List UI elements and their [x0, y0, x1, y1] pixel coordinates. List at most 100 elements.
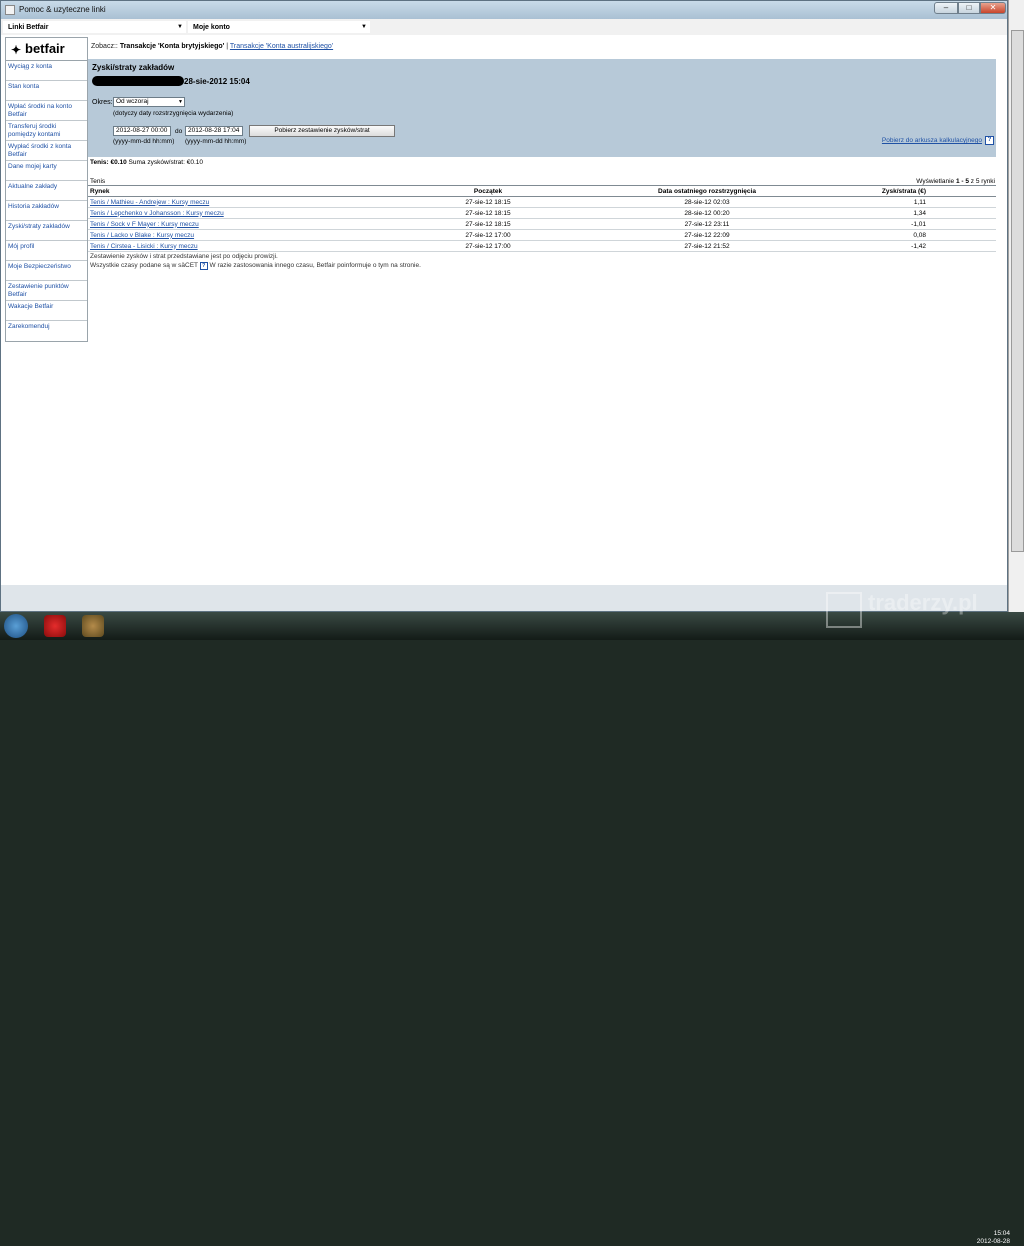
australian-account-link[interactable]: Transakcje 'Konta australijskiego' [230, 43, 333, 50]
clock-date: 2012-08-28 [976, 1238, 1010, 1245]
sidebar-item-bet-history[interactable]: Historia zakładów [6, 201, 87, 221]
app-icon [5, 5, 15, 15]
vertical-scrollbar[interactable] [1008, 0, 1024, 612]
chevron-down-icon: ▼ [178, 99, 183, 105]
pl-cell: -1,42 [844, 240, 996, 252]
betfair-star-icon: ✦ [11, 43, 22, 57]
total-value: €0.10 [186, 159, 203, 166]
showing-suffix: z 5 rynki [970, 178, 995, 185]
market-link[interactable]: Tenis / Lepchenko v Johansson : Kursy me… [88, 207, 406, 219]
showing-range: 1 - 5 [955, 178, 969, 185]
links-combo-value: Linki Betfair [8, 24, 49, 31]
filter-panel: Zyski/straty zakładów 28-sie-2012 15:04 … [88, 59, 996, 157]
sidebar-item-card[interactable]: Dane mojej karty [6, 161, 87, 181]
account-combo[interactable]: Moje konto ▼ [188, 21, 370, 33]
sidebar-item-transfer[interactable]: Transferuj środki pomiędzy kontami [6, 121, 87, 141]
settled-cell: 27-sie-12 23:11 [570, 218, 844, 230]
sidebar-item-profile[interactable]: Mój profil [6, 241, 87, 261]
section-label: Tenis [90, 178, 106, 185]
chevron-down-icon: ▼ [177, 24, 183, 30]
see-also-separator: | [226, 43, 229, 50]
footnote-commission: Zestawienie zysków i strat przedstawiane… [90, 253, 278, 260]
showing-prefix: Wyświetlanie [916, 178, 955, 185]
table-row: Tenis / Lacko v Blake : Kursy meczu 27-s… [88, 229, 996, 241]
minimize-button[interactable]: – [934, 2, 958, 14]
results-count: Wyświetlanie 1 - 5 z 5 rynki [916, 178, 995, 185]
maximize-button[interactable]: □ [958, 2, 980, 14]
sidebar-item-deposit[interactable]: Wpłać środki na konto Betfair [6, 101, 87, 121]
settled-cell: 28-sie-12 02:03 [570, 196, 844, 208]
current-date: 28-sie-2012 15:04 [184, 77, 250, 86]
sidebar-item-withdraw[interactable]: Wypłać środki z konta Betfair [6, 141, 87, 161]
sidebar-item-current-bets[interactable]: Aktualne zakłady [6, 181, 87, 201]
page-title: Zyski/straty zakładów [92, 63, 175, 72]
app-taskbar-icon[interactable] [82, 615, 104, 637]
pl-cell: 1,11 [844, 196, 996, 208]
start-cell: 27-sie-12 17:00 [406, 240, 570, 252]
links-combo[interactable]: Linki Betfair ▼ [3, 21, 186, 33]
header-market: Rynek [88, 185, 406, 197]
start-cell: 27-sie-12 18:15 [406, 196, 570, 208]
window-title: Pomoc & uzyteczne linki [19, 5, 106, 14]
nav-combo-row: Linki Betfair ▼ Moje konto ▼ [1, 19, 1007, 36]
total-label: Suma zysków/strat: [128, 159, 185, 166]
scrollbar-thumb[interactable] [1011, 30, 1024, 552]
sidebar-item-profit-loss[interactable]: Zyski/straty zakładów [6, 221, 87, 241]
sidebar-item-security[interactable]: Moje Bezpieczeństwo [6, 261, 87, 281]
settled-cell: 27-sie-12 22:09 [570, 229, 844, 241]
header-profit-loss: Zysk/strata (€) [844, 185, 996, 197]
market-link[interactable]: Tenis / Lacko v Blake : Kursy meczu [88, 229, 406, 241]
title-bar[interactable]: Pomoc & uzyteczne linki – □ ✕ [1, 1, 1007, 20]
system-clock[interactable]: 15:04 2012-08-28 [968, 1230, 1010, 1246]
pl-cell: 1,34 [844, 207, 996, 219]
sidebar-item-statement[interactable]: Wyciąg z konta [6, 61, 87, 81]
period-select[interactable]: Od wczoraj ▼ [113, 97, 185, 107]
see-also-bar: Zobacz:: Transakcje 'Konta brytyjskiego'… [91, 43, 333, 50]
to-label: do [175, 128, 183, 135]
start-button[interactable] [4, 614, 28, 638]
watermark-text: traderzy.pl [868, 590, 978, 615]
start-cell: 27-sie-12 18:15 [406, 218, 570, 230]
settled-cell: 27-sie-12 21:52 [570, 240, 844, 252]
timezone-text: Wszystkie czasy podane są w säCET [90, 262, 198, 269]
download-spreadsheet-link[interactable]: Pobierz do arkusza kalkulacyjnego [882, 137, 982, 144]
market-link[interactable]: Tenis / Mathieu - Andrejew : Kursy meczu [88, 196, 406, 208]
help-icon[interactable]: ? [199, 262, 208, 270]
period-label: Okres: [92, 99, 113, 106]
period-note: (dotyczy daty rozstrzygnięcia wydarzenia… [113, 110, 234, 117]
fetch-statement-button[interactable]: Pobierz zestawienie zysków/strat [249, 125, 395, 137]
help-icon[interactable]: ? [985, 136, 994, 145]
period-select-value: Od wczoraj [116, 98, 149, 105]
table-row: Tenis / Mathieu - Andrejew : Kursy meczu… [88, 196, 996, 208]
close-button[interactable]: ✕ [980, 2, 1006, 14]
sidebar-item-points[interactable]: Zestawienie punktów Betfair [6, 281, 87, 301]
account-combo-value: Moje konto [193, 24, 230, 31]
pl-cell: 0,08 [844, 229, 996, 241]
account-sidebar: ✦ betfair Wyciąg z konta Stan konta Wpła… [5, 37, 88, 342]
results-table: Rynek Początek Data ostatniego rozstrzyg… [88, 185, 996, 252]
see-also-current: Transakcje 'Konta brytyjskiego' [119, 43, 225, 50]
redacted-username [92, 76, 184, 86]
sidebar-item-holidays[interactable]: Wakacje Betfair [6, 301, 87, 321]
table-row: Tenis / Sock v F Mayer : Kursy meczu 27-… [88, 218, 996, 230]
pl-cell: -1,01 [844, 218, 996, 230]
summary-line: Tenis: €0.10 Suma zysków/strat: €0.10 [90, 159, 203, 166]
see-also-prefix: Zobacz:: [91, 43, 118, 50]
market-link[interactable]: Tenis / Sock v F Mayer : Kursy meczu [88, 218, 406, 230]
app-window: Pomoc & uzyteczne linki – □ ✕ Linki Betf… [0, 0, 1008, 612]
sidebar-item-balance[interactable]: Stan konta [6, 81, 87, 101]
logo-text: betfair [25, 41, 65, 56]
taskbar: 15:04 2012-08-28 [0, 612, 1024, 1245]
betfair-logo[interactable]: ✦ betfair [6, 38, 87, 61]
sidebar-item-refer[interactable]: Zarekomenduj [6, 321, 87, 341]
date-from-input[interactable]: 2012-08-27 00:00 [113, 126, 171, 136]
table-header: Rynek Początek Data ostatniego rozstrzyg… [88, 185, 996, 197]
sport-total: Tenis: €0.10 [90, 159, 127, 166]
date-from-format: (yyyy-mm-dd hh:mm) [113, 138, 175, 145]
market-link[interactable]: Tenis / Cirstea - Lisicki : Kursy meczu [88, 240, 406, 252]
chevron-down-icon: ▼ [361, 24, 367, 30]
header-start: Początek [406, 185, 570, 197]
opera-icon[interactable] [44, 615, 66, 637]
timezone-note: W razie zastosowania innego czasu, Betfa… [209, 262, 421, 269]
date-to-input[interactable]: 2012-08-28 17:04 [185, 126, 243, 136]
